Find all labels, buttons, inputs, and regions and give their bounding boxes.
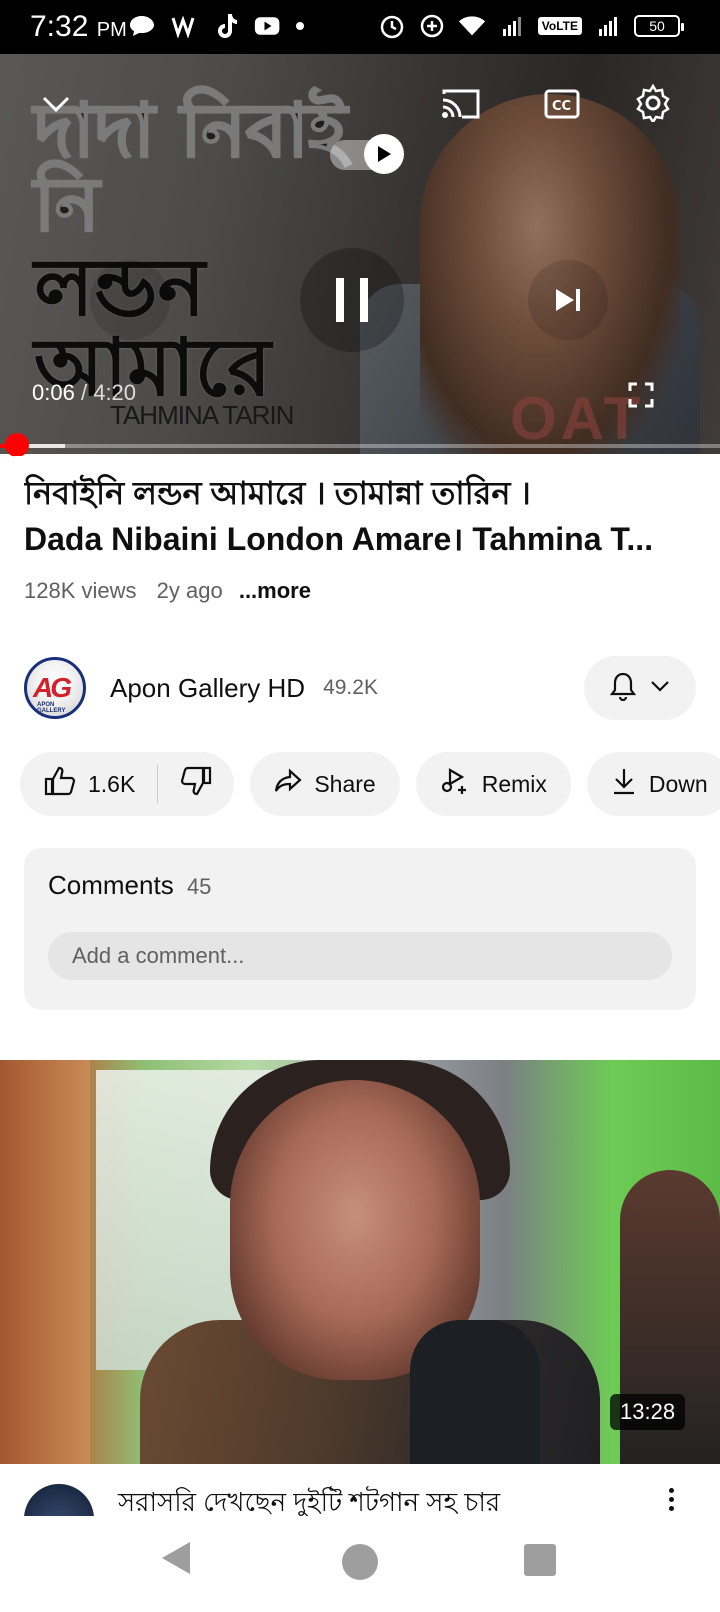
more-link[interactable]: ...more	[239, 578, 311, 603]
settings-gear-icon[interactable]	[632, 82, 674, 124]
view-count: 128K views	[24, 578, 137, 603]
remix-label: Remix	[481, 770, 547, 797]
remix-icon	[440, 766, 470, 802]
subscription-notifications-button[interactable]	[584, 656, 696, 720]
thumb-microphone	[410, 1320, 540, 1464]
like-count: 1.6K	[88, 770, 136, 797]
video-player[interactable]: OAT দাদা নিবাই নি লন্ডন আমারে TAHMINA TA…	[0, 54, 720, 454]
video-title-line1: নিবাইনি লন্ডন আমারে । তামান্না তারিন ।	[24, 475, 531, 511]
youtube-icon	[254, 12, 282, 40]
bell-icon	[609, 671, 637, 706]
status-time: 7:32 PM	[30, 10, 127, 44]
data-saver-icon	[418, 12, 446, 40]
alarm-icon	[378, 12, 406, 40]
share-button[interactable]: Share	[250, 752, 400, 816]
add-comment-input[interactable]: Add a comment...	[48, 932, 672, 980]
next-video-title[interactable]: সরাসরি দেখছেন দুইটি শটগান সহ চার	[118, 1482, 500, 1516]
like-dislike-group: 1.6K	[20, 752, 235, 816]
share-arrow-icon	[274, 768, 302, 800]
subscriber-count: 49.2K	[323, 676, 378, 699]
scrubber-handle[interactable]	[4, 433, 29, 457]
comments-header: Comments 45	[48, 870, 211, 901]
total-duration: 4:20	[93, 380, 137, 405]
download-button[interactable]: Down	[586, 752, 720, 816]
dislike-button[interactable]	[180, 766, 212, 802]
signal-icon	[498, 12, 526, 40]
upload-age: 2y ago	[156, 578, 223, 603]
dot-icon	[296, 12, 304, 40]
more-options-icon[interactable]	[656, 1484, 686, 1514]
channel-name[interactable]: Apon Gallery HD	[110, 673, 305, 704]
svg-text:CC: CC	[552, 99, 571, 114]
thumbs-down-icon	[180, 766, 212, 801]
previous-video-button[interactable]	[90, 260, 170, 340]
channel-row[interactable]: AG APON GALLERY Apon Gallery HD 49.2K	[24, 656, 378, 720]
pause-button[interactable]	[300, 248, 404, 352]
avatar-logo-text: AG	[33, 672, 72, 703]
captions-icon[interactable]: CC	[542, 84, 582, 124]
notification-icons	[128, 12, 304, 40]
thumbs-up-icon	[44, 766, 76, 802]
like-button[interactable]: 1.6K	[44, 766, 135, 802]
wifi-icon	[458, 12, 486, 40]
video-meta[interactable]: 128K views 2y ago ...more	[24, 578, 311, 604]
status-bar: 7:32 PM VoLTE 50	[0, 0, 720, 54]
minimize-chevron-icon[interactable]	[36, 84, 76, 124]
recents-square-icon[interactable]	[524, 1544, 556, 1576]
next-video-details[interactable]: সরাসরি দেখছেন দুইটি শটগান সহ চার	[0, 1464, 720, 1516]
battery-indicator: 50	[634, 15, 684, 37]
channel-avatar[interactable]: AG APON GALLERY	[24, 657, 86, 719]
comments-count: 45	[186, 874, 212, 899]
chat-icon	[128, 12, 156, 40]
wave-icon	[170, 12, 198, 40]
next-video-duration: 13:28	[610, 1394, 686, 1430]
status-time-value: 7:32	[30, 10, 89, 43]
time-display: 0:06 / 4:20	[32, 380, 136, 406]
system-icons: VoLTE 50	[378, 12, 684, 40]
signal-icon-2	[594, 12, 622, 40]
home-circle-icon[interactable]	[342, 1544, 378, 1580]
autoplay-toggle[interactable]	[330, 134, 404, 174]
system-nav-bar	[0, 1516, 720, 1612]
autoplay-play-icon	[364, 134, 404, 174]
share-label: Share	[314, 770, 376, 797]
time-separator: /	[80, 380, 88, 405]
video-title-line2: Dada Nibaini London Amare। Tahmina T...	[24, 521, 654, 557]
avatar-logo-subtext: APON GALLERY	[37, 702, 66, 714]
chevron-down-icon	[650, 679, 670, 697]
comments-section[interactable]: Comments 45 Add a comment...	[24, 848, 696, 1010]
thumb-door-frame	[0, 1060, 90, 1464]
remix-button[interactable]: Remix	[415, 752, 571, 816]
cast-icon[interactable]	[438, 84, 482, 124]
fullscreen-icon[interactable]	[626, 380, 656, 410]
status-ampm: PM	[96, 19, 127, 41]
video-title[interactable]: নিবাইনি লন্ডন আমারে । তামান্না তারিন । D…	[24, 470, 700, 562]
download-icon	[611, 766, 637, 802]
progress-bar[interactable]	[0, 444, 720, 448]
action-bar: 1.6K Share Remix Down	[20, 752, 720, 816]
current-time: 0:06	[32, 380, 75, 405]
next-video-button[interactable]	[528, 260, 608, 340]
next-channel-avatar[interactable]	[24, 1484, 94, 1516]
comments-title: Comments	[48, 870, 174, 900]
tiktok-icon	[212, 12, 240, 40]
volte-badge: VoLTE	[537, 17, 582, 35]
download-label: Down	[648, 770, 708, 797]
like-divider	[157, 765, 159, 803]
back-triangle-icon[interactable]	[160, 1540, 192, 1581]
